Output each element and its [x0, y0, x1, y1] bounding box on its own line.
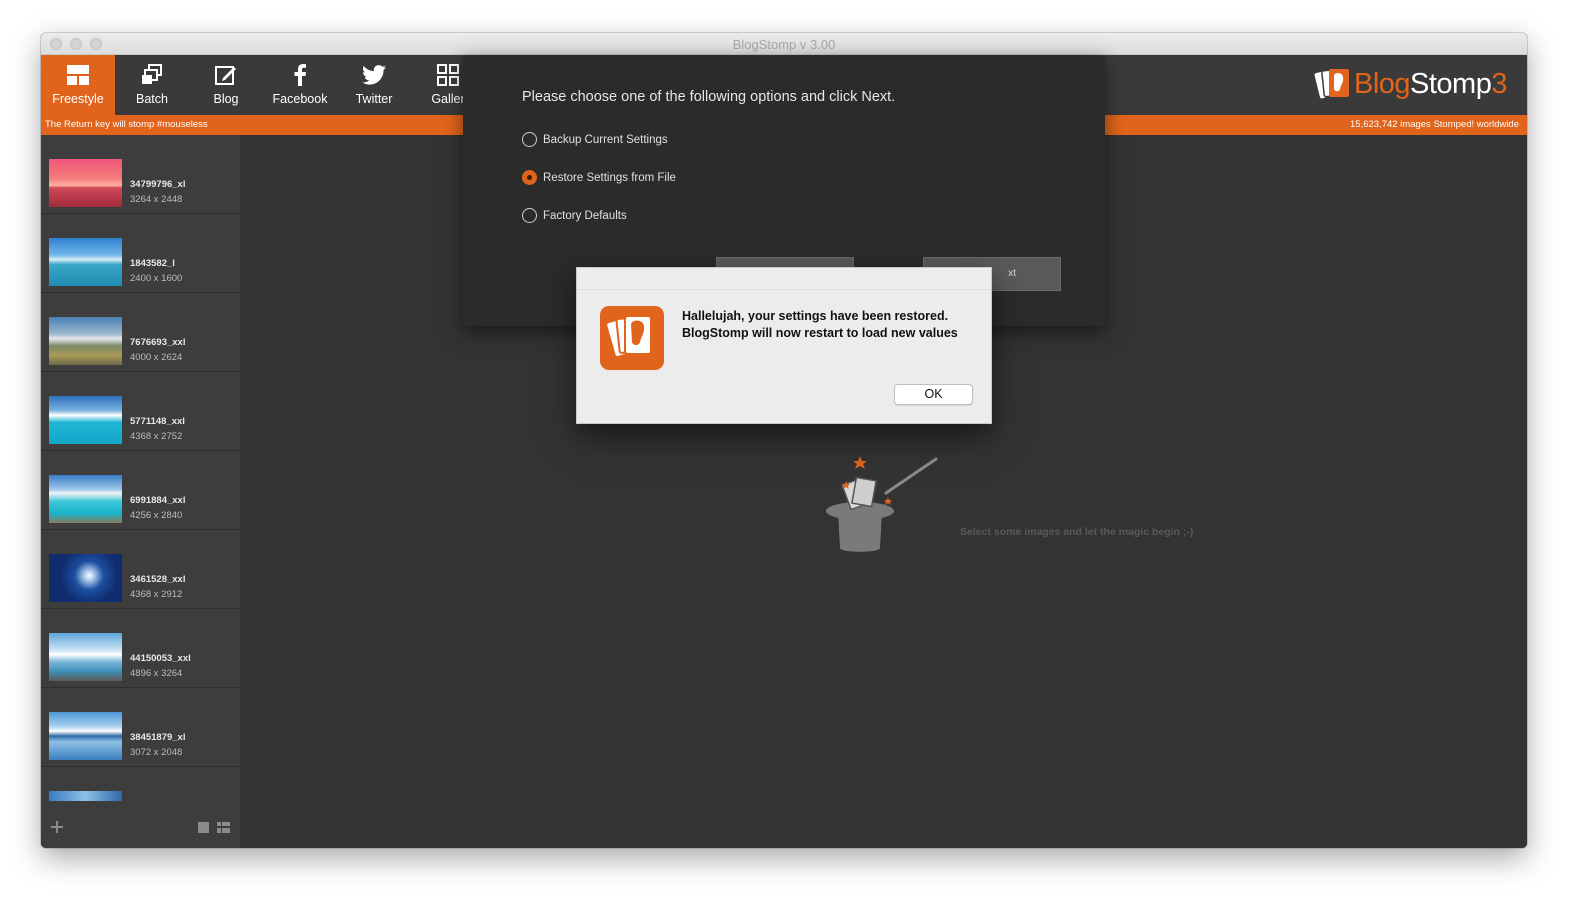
batch-icon	[115, 63, 189, 87]
image-name: 38451879_xl	[130, 732, 186, 743]
image-name: 34799796_xl	[130, 179, 186, 190]
image-list-item[interactable]: 6991884_xxl 4256 x 2840	[41, 451, 240, 530]
tool-blog[interactable]: Blog	[189, 55, 263, 115]
add-images-icon[interactable]	[51, 821, 63, 833]
twitter-icon	[337, 63, 411, 87]
alert-line-1: Hallelujah, your settings have been rest…	[682, 309, 949, 323]
image-thumbnail	[49, 396, 122, 444]
alert-message: Hallelujah, your settings have been rest…	[682, 308, 962, 342]
brand-wordmark: BlogStomp3	[1353, 67, 1508, 100]
image-dimensions: 3072 x 2048	[130, 747, 183, 758]
alert-dialog: Hallelujah, your settings have been rest…	[576, 267, 992, 424]
image-name: 7676693_xxl	[130, 337, 186, 348]
freestyle-icon	[41, 63, 115, 87]
title-bar: BlogStomp v 3.00	[41, 33, 1527, 55]
image-name: 3461528_xxl	[130, 574, 186, 585]
image-dimensions: 2400 x 1600	[130, 273, 183, 284]
image-thumbnail	[49, 633, 122, 681]
radio-button-selected[interactable]	[522, 170, 537, 185]
option-backup-settings[interactable]: Backup Current Settings	[522, 132, 668, 147]
alert-titlebar	[577, 268, 991, 290]
image-list-item[interactable]: 1843582_l 2400 x 1600	[41, 214, 240, 293]
image-list-item[interactable]: 3461528_xxl 4368 x 2912	[41, 530, 240, 609]
option-label: Backup Current Settings	[543, 133, 668, 146]
sidebar-footer	[41, 808, 240, 848]
tool-batch-label: Batch	[136, 92, 168, 106]
image-dimensions: 3264 x 2448	[130, 194, 183, 205]
facebook-icon	[263, 63, 337, 87]
tool-blog-label: Blog	[213, 92, 239, 106]
empty-state-hint: Select some images and let the magic beg…	[960, 526, 1194, 538]
image-thumbnail	[49, 712, 122, 760]
image-name: 44150053_xxl	[130, 653, 191, 664]
ok-button[interactable]: OK	[894, 384, 973, 405]
tool-freestyle-label: Freestyle	[52, 92, 104, 106]
image-thumbnail	[49, 238, 122, 286]
sheet-prompt: Please choose one of the following optio…	[522, 89, 896, 105]
image-dimensions: 4368 x 2752	[130, 431, 183, 442]
blogstomp-app-icon	[600, 306, 664, 370]
radio-button[interactable]	[522, 208, 537, 223]
image-list-item[interactable]: 38451879_xl 3072 x 2048	[41, 688, 240, 767]
tool-facebook-label: Facebook	[272, 92, 328, 106]
image-name: 6991884_xxl	[130, 495, 186, 506]
image-dimensions: 4256 x 2840	[130, 510, 183, 521]
image-sidebar: 34799796_xl 3264 x 2448 1843582_l 2400 x…	[41, 135, 240, 848]
image-dimensions: 4368 x 2912	[130, 589, 183, 600]
image-list-item[interactable]: 5771148_xxl 4368 x 2752	[41, 372, 240, 451]
radio-button[interactable]	[522, 132, 537, 147]
magic-hat-icon	[826, 456, 938, 552]
tool-twitter-label: Twitter	[355, 92, 393, 106]
image-thumbnail	[49, 159, 122, 207]
image-name: 5771148_xxl	[130, 416, 185, 427]
option-factory-defaults[interactable]: Factory Defaults	[522, 208, 627, 223]
image-list-item[interactable]: 34799796_xl 3264 x 2448	[41, 135, 240, 214]
large-thumbnail-view-icon[interactable]	[198, 822, 209, 833]
image-thumbnail	[49, 791, 122, 801]
image-thumbnail	[49, 554, 122, 602]
image-dimensions: 4896 x 3264	[130, 668, 183, 679]
option-label: Factory Defaults	[543, 209, 627, 222]
tool-batch[interactable]: Batch	[115, 55, 189, 115]
brand-logo: BlogStomp3	[1314, 67, 1507, 101]
image-name: 1843582_l	[130, 258, 175, 269]
blog-edit-icon	[189, 63, 263, 87]
image-list-item[interactable]: 44150053_xxl 4896 x 3264	[41, 609, 240, 688]
image-thumbnail	[49, 317, 122, 365]
blogstomp-logo-icon	[1314, 68, 1349, 99]
list-view-icon[interactable]	[217, 822, 230, 833]
status-hint: The Return key will stomp #mouseless	[45, 119, 208, 130]
image-list-item[interactable]: 7676693_xxl 4000 x 2624	[41, 293, 240, 372]
tool-twitter[interactable]: Twitter	[337, 55, 411, 115]
option-restore-settings[interactable]: Restore Settings from File	[522, 170, 676, 185]
window-title: BlogStomp v 3.00	[732, 37, 836, 52]
stomp-counter: 15,623,742 images Stomped! worldwide	[1350, 119, 1519, 130]
image-thumbnail	[49, 475, 122, 523]
option-label: Restore Settings from File	[543, 171, 676, 184]
tool-freestyle[interactable]: Freestyle	[41, 55, 115, 115]
tool-facebook[interactable]: Facebook	[263, 55, 337, 115]
image-dimensions: 4000 x 2624	[130, 352, 183, 363]
app-window: BlogStomp v 3.00 Freestyle Batch Blog Fa…	[41, 33, 1527, 848]
alert-line-2: BlogStomp will now restart to load new v…	[682, 326, 958, 340]
